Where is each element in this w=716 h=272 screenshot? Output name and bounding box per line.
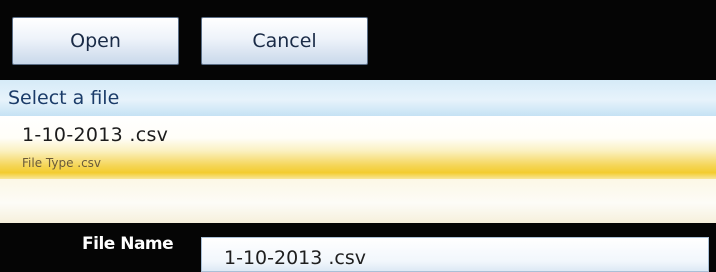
- empty-list-row[interactable]: [0, 179, 716, 223]
- file-list-header: Select a file: [0, 80, 716, 116]
- file-item-name: 1-10-2013 .csv: [22, 124, 169, 146]
- file-dialog: Open Cancel Select a file 1-10-2013 .csv…: [0, 0, 716, 272]
- open-button[interactable]: Open: [12, 17, 179, 65]
- file-list-header-label: Select a file: [8, 87, 120, 109]
- cancel-button[interactable]: Cancel: [201, 17, 368, 65]
- file-item-type: File Type .csv: [22, 156, 102, 170]
- list-item[interactable]: 1-10-2013 .csv File Type .csv: [0, 116, 716, 179]
- file-name-label: File Name: [82, 234, 174, 254]
- file-name-input[interactable]: [201, 237, 709, 272]
